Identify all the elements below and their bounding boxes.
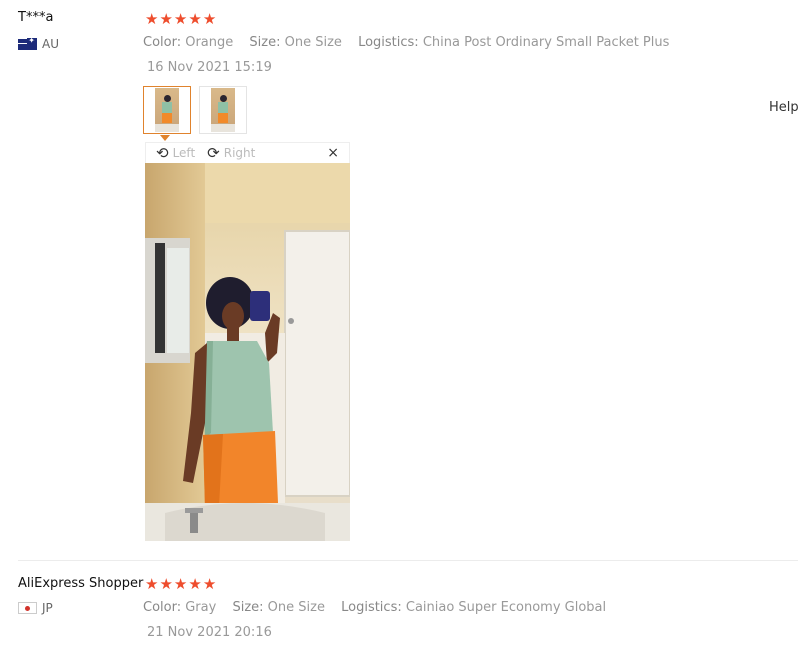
close-icon[interactable]: ×: [327, 145, 339, 161]
thumbnail-image: [155, 88, 179, 132]
star-icon: ★: [159, 575, 173, 593]
star-rating: ★ ★ ★ ★ ★: [145, 577, 216, 592]
star-icon: ★: [145, 10, 159, 28]
rotate-right-button[interactable]: ⟳ Right: [207, 143, 256, 162]
review-date: 21 Nov 2021 20:16: [147, 625, 272, 640]
reviewer-country: JP: [18, 601, 53, 615]
reviewer-name: AliExpress Shopper: [18, 576, 144, 591]
rotate-left-label: Left: [172, 146, 196, 160]
star-icon: ★: [188, 575, 202, 593]
attr-logistics-key: Logistics:: [358, 35, 419, 50]
rotate-left-button[interactable]: ⟲ Left: [156, 143, 196, 162]
attr-size-value: One Size: [267, 600, 325, 615]
viewer-pointer: [160, 135, 170, 141]
star-rating: ★ ★ ★ ★ ★: [145, 12, 216, 27]
star-icon: ★: [202, 10, 217, 28]
star-icon: ★: [202, 575, 217, 593]
review-photo-large: [145, 163, 350, 541]
review-photo-thumbnail[interactable]: [199, 86, 247, 134]
rotate-right-label: Right: [223, 146, 256, 160]
attr-logistics-value: China Post Ordinary Small Packet Plus: [422, 35, 670, 50]
star-icon: ★: [159, 10, 173, 28]
attr-color-value: Gray: [185, 600, 217, 615]
help-link[interactable]: Help: [769, 100, 798, 115]
attr-logistics-value: Cainiao Super Economy Global: [405, 600, 607, 615]
reviewer-country: AU: [18, 36, 59, 51]
attr-size-key: Size:: [232, 600, 264, 615]
review-divider: [18, 560, 798, 561]
attr-size-value: One Size: [284, 35, 342, 50]
attr-logistics-key: Logistics:: [341, 600, 402, 615]
review-photo-thumbnail[interactable]: [143, 86, 191, 134]
star-icon: ★: [173, 575, 188, 593]
rotate-right-icon: ⟳: [207, 143, 220, 162]
reviewer-name: T***a: [18, 10, 54, 25]
australia-flag-icon: [18, 36, 37, 50]
image-viewer-toolbar: ⟲ Left ⟳ Right ×: [145, 142, 350, 163]
rotate-left-icon: ⟲: [156, 143, 169, 162]
review-attributes: Color: Gray Size: One Size Logistics: Ca…: [143, 600, 618, 615]
country-code: AU: [42, 37, 59, 51]
review-attributes: Color: Orange Size: One Size Logistics: …: [143, 35, 681, 50]
attr-color-key: Color:: [143, 600, 182, 615]
star-icon: ★: [145, 575, 159, 593]
japan-flag-icon: [18, 602, 37, 614]
country-code: JP: [42, 601, 53, 615]
attr-color-key: Color:: [143, 35, 182, 50]
star-icon: ★: [173, 10, 188, 28]
star-icon: ★: [188, 10, 202, 28]
attr-color-value: Orange: [185, 35, 234, 50]
attr-size-key: Size:: [249, 35, 281, 50]
thumbnail-image: [211, 88, 235, 132]
review-date: 16 Nov 2021 15:19: [147, 60, 272, 75]
